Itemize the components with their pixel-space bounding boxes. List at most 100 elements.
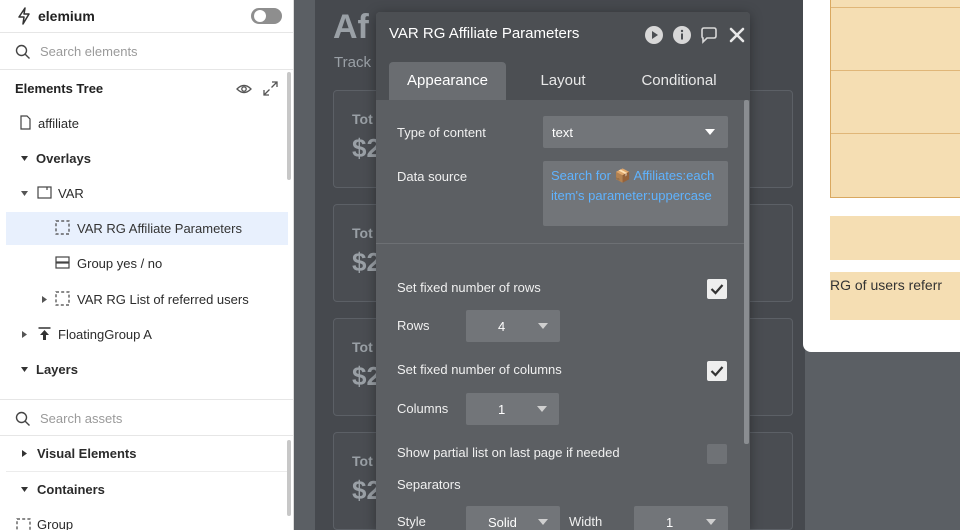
row-divider: [831, 7, 960, 8]
expand-icon[interactable]: [263, 81, 278, 96]
tree-label: VAR RG Affiliate Parameters: [77, 221, 242, 236]
page-icon: [20, 115, 31, 130]
columns-label: Columns: [397, 401, 449, 416]
tree-label: Layers: [36, 362, 78, 377]
search-assets-input[interactable]: [40, 408, 270, 428]
referred-users-label: RG of users referr: [830, 272, 960, 320]
stat-card-title: Tot: [352, 453, 373, 469]
separator-style-dropdown[interactable]: Solid: [466, 506, 560, 530]
separators-label: Separators: [397, 477, 461, 492]
tree-item-var[interactable]: VAR: [6, 177, 288, 210]
tab-appearance[interactable]: Appearance: [389, 62, 506, 100]
caret-down-icon[interactable]: [20, 189, 29, 198]
referred-users-repeating-group[interactable]: [830, 0, 960, 198]
comment-icon[interactable]: [699, 25, 719, 45]
data-source-expression[interactable]: Search for 📦 Affiliates:each item's para…: [543, 161, 728, 226]
property-editor-scrollbar[interactable]: [744, 100, 749, 444]
tab-conditional[interactable]: Conditional: [624, 62, 734, 100]
width-label: Width: [569, 514, 603, 529]
tree-item-affiliate[interactable]: affiliate: [6, 107, 288, 140]
asset-item-group[interactable]: Group: [6, 508, 288, 530]
row-divider: [831, 70, 960, 71]
tree-item-group-yes-no[interactable]: Group yes / no: [6, 247, 288, 280]
asset-section-visual-elements[interactable]: Visual Elements: [6, 437, 288, 472]
search-icon: [15, 411, 30, 426]
search-elements-bar: [0, 33, 293, 70]
search-elements-input[interactable]: [40, 41, 270, 61]
separator-width-dropdown[interactable]: 1: [634, 506, 728, 530]
toggle-knob: [254, 10, 266, 22]
style-label: Style: [397, 514, 426, 529]
tree-item-var-rg-list-of-referred-users[interactable]: VAR RG List of referred users: [6, 283, 288, 316]
close-icon[interactable]: [727, 25, 747, 45]
tree-item-overlays[interactable]: Overlays: [6, 142, 288, 175]
section-divider: [376, 243, 744, 244]
chevron-down-icon: [706, 519, 716, 525]
lightning-icon: [18, 7, 30, 25]
assets-scrollbar[interactable]: [287, 440, 291, 516]
rows-label: Rows: [397, 318, 430, 333]
tree-item-layers[interactable]: Layers: [6, 353, 288, 386]
asset-section-label: Containers: [37, 482, 105, 497]
caret-right-icon[interactable]: [40, 295, 49, 304]
checkmark-icon: [710, 284, 724, 295]
eye-icon[interactable]: [236, 82, 252, 96]
caret-right-icon[interactable]: [20, 330, 29, 339]
dropdown-value: 1: [666, 515, 674, 530]
page-title: Af: [333, 8, 369, 46]
fixed-columns-checkbox[interactable]: [707, 361, 727, 381]
search-assets-bar: [0, 399, 293, 436]
fixed-rows-checkbox[interactable]: [707, 279, 727, 299]
row-divider: [831, 133, 960, 134]
tree-label: affiliate: [38, 116, 79, 131]
stat-card-title: Tot: [352, 111, 373, 127]
asset-section-containers[interactable]: Containers: [6, 473, 288, 506]
tree-label: VAR RG List of referred users: [77, 292, 249, 307]
property-editor: VAR RG Affiliate Parameters Appearance L…: [376, 12, 750, 530]
left-sidebar: elemium Elements Tree affiliate Overlays: [0, 0, 294, 530]
search-icon: [15, 44, 30, 59]
property-editor-header[interactable]: VAR RG Affiliate Parameters: [376, 12, 750, 58]
asset-item-label: Group: [37, 517, 74, 530]
sidebar-topbar: elemium: [0, 0, 293, 33]
caret-down-icon[interactable]: [20, 485, 29, 494]
tree-item-var-rg-affiliate-parameters[interactable]: VAR RG Affiliate Parameters: [6, 212, 288, 245]
tree-label: Overlays: [36, 151, 91, 166]
stat-card-title: Tot: [352, 339, 373, 355]
chevron-down-icon: [538, 519, 548, 525]
tree-scrollbar[interactable]: [287, 72, 291, 180]
property-editor-title: VAR RG Affiliate Parameters: [389, 25, 580, 42]
data-source-label: Data source: [397, 169, 468, 184]
info-icon[interactable]: [672, 25, 692, 45]
popup-icon: [37, 186, 52, 199]
rows-dropdown[interactable]: 4: [466, 310, 560, 342]
mode-toggle[interactable]: [251, 8, 282, 24]
partial-list-checkbox[interactable]: [707, 444, 727, 464]
tree-item-floatinggroup-a[interactable]: FloatingGroup A: [6, 318, 288, 351]
dropdown-value: Solid: [488, 515, 517, 530]
tan-group[interactable]: [830, 216, 960, 260]
tab-layout[interactable]: Layout: [510, 62, 616, 100]
columns-dropdown[interactable]: 1: [466, 393, 559, 425]
caret-right-icon[interactable]: [20, 449, 29, 458]
app-name: elemium: [38, 8, 95, 24]
fixed-columns-label: Set fixed number of columns: [397, 362, 562, 377]
type-of-content-label: Type of content: [397, 125, 486, 140]
dropdown-value: text: [552, 125, 573, 140]
chevron-down-icon: [538, 323, 548, 329]
checkmark-icon: [710, 366, 724, 377]
play-icon[interactable]: [644, 25, 664, 45]
chevron-down-icon: [537, 406, 547, 412]
page-subtitle: Track: [334, 54, 371, 71]
tree-label: FloatingGroup A: [58, 327, 152, 342]
group-dashed-icon: [16, 518, 31, 530]
type-of-content-dropdown[interactable]: text: [543, 116, 728, 148]
caret-down-icon[interactable]: [20, 154, 29, 163]
chevron-down-icon: [705, 129, 715, 135]
stat-card-title: Tot: [352, 225, 373, 241]
caret-down-icon[interactable]: [20, 365, 29, 374]
tree-label: Group yes / no: [77, 256, 163, 271]
dropdown-value: 4: [498, 319, 506, 334]
partial-list-label: Show partial list on last page if needed: [397, 445, 620, 460]
tree-label: VAR: [58, 186, 84, 201]
